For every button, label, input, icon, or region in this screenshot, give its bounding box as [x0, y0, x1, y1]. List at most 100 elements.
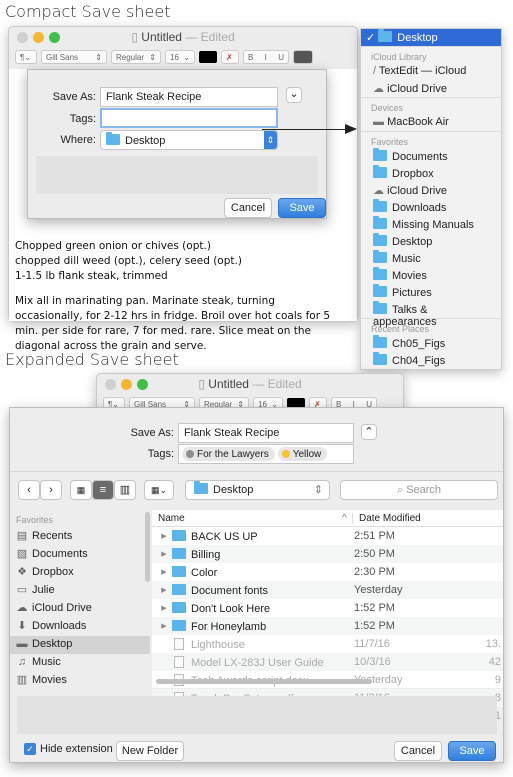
save-as-field[interactable]: Flank Steak Recipe: [100, 87, 278, 107]
file-row[interactable]: ▶ For Honeylamb 1:52 PM: [152, 617, 503, 635]
menu-item[interactable]: ☁ iCloud Drive: [361, 182, 501, 199]
tag-token[interactable]: For the Lawyers: [182, 447, 275, 461]
save-button[interactable]: Save: [278, 198, 326, 218]
sidebar-scrollbar[interactable]: [145, 512, 150, 582]
menu-item[interactable]: Movies: [361, 267, 501, 284]
sidebar-item[interactable]: ❖ Dropbox: [10, 564, 150, 582]
save-button[interactable]: Save: [448, 741, 496, 761]
file-list: Name ^ Date Modified ▶ BACK US UP 2:51 PM ▶…: [152, 510, 503, 723]
sidebar-item[interactable]: ⬇ Downloads: [10, 618, 150, 636]
title-bar: ▯ Untitled — Edited: [9, 27, 357, 47]
sidebar-item[interactable]: ▥ Movies: [10, 672, 150, 690]
sidebar-item[interactable]: ▭ Julie: [10, 582, 150, 600]
group-by-button[interactable]: ▦⌄: [144, 480, 174, 500]
file-row[interactable]: ▶ Color 2:30 PM: [152, 563, 503, 581]
font-size-field[interactable]: 16 ⌄: [165, 50, 195, 64]
where-popup[interactable]: Desktop ⇕: [100, 130, 278, 150]
menu-item[interactable]: / TextEdit — iCloud: [361, 63, 501, 80]
menu-item[interactable]: Pictures: [361, 284, 501, 301]
file-name: For Honeylamb: [191, 620, 267, 633]
cancel-button[interactable]: Cancel: [224, 198, 272, 218]
sidebar-icon: ▬: [16, 638, 28, 650]
cloud-icon: ☁: [373, 83, 388, 95]
document-text: Chopped green onion or chives (opt.) cho…: [15, 240, 331, 352]
caption-compact: Compact Save sheet: [5, 2, 171, 21]
cloud-icon: ☁: [373, 185, 388, 197]
folder-icon: [172, 601, 186, 613]
menu-item[interactable]: Downloads: [361, 199, 501, 216]
menu-item[interactable]: Desktop: [361, 233, 501, 250]
menu-item[interactable]: Missing Manuals: [361, 216, 501, 233]
list-view-button[interactable]: ≡: [92, 480, 114, 500]
checkmark-icon: ✓: [24, 743, 36, 755]
text-color-swatch[interactable]: [199, 51, 217, 63]
hide-extension-checkbox[interactable]: ✓ Hide extension: [24, 743, 113, 755]
file-row[interactable]: Lighthouse 11/7/16 13.: [152, 635, 503, 653]
menu-item[interactable]: Ch05_Figs: [361, 335, 501, 352]
menu-item[interactable]: Music: [361, 250, 501, 267]
file-size: 9: [494, 674, 501, 686]
menu-section-header: Favorites: [361, 131, 501, 148]
font-style-select[interactable]: Regular ⇕: [111, 50, 161, 64]
disclosure-triangle-icon[interactable]: ▶: [156, 532, 172, 540]
back-button[interactable]: ‹: [18, 480, 40, 500]
tags-label: Tags:: [147, 448, 174, 460]
options-area: [17, 696, 497, 734]
disclosure-triangle-icon[interactable]: ▶: [156, 586, 172, 594]
column-date-header[interactable]: Date Modified: [352, 512, 452, 524]
location-popup[interactable]: Desktop ⇕: [185, 480, 330, 500]
tags-label: Tags:: [69, 113, 96, 125]
popup-arrows-icon: ⇕: [264, 131, 277, 149]
highlight-color-button[interactable]: ✗: [221, 50, 239, 64]
icon-view-button[interactable]: ▦: [70, 480, 92, 500]
sidebar-item[interactable]: ☁ iCloud Drive: [10, 600, 150, 618]
folder-icon: [373, 165, 387, 178]
menu-item[interactable]: Documents: [361, 148, 501, 165]
file-row[interactable]: ▶ BACK US UP 2:51 PM: [152, 527, 503, 545]
file-row[interactable]: ▶ Document fonts Yesterday: [152, 581, 503, 599]
textedit-window-compact: ▯ Untitled — Edited ¶⌄ Gill Sans ⇕ Regula…: [8, 26, 358, 352]
file-row[interactable]: ▶ Don't Look Here 1:52 PM: [152, 599, 503, 617]
tag-token[interactable]: Yellow: [277, 447, 328, 461]
folder-icon: [172, 547, 186, 559]
menu-item[interactable]: ☁ iCloud Drive: [361, 80, 501, 97]
save-as-field[interactable]: Flank Steak Recipe: [178, 423, 354, 443]
file-date: 10/3/16: [354, 656, 391, 668]
tag-color-dot: [186, 450, 194, 458]
bold-italic-underline[interactable]: BIU: [243, 50, 289, 64]
menu-item[interactable]: Ch04_Figs: [361, 352, 501, 369]
align-left-button[interactable]: [293, 50, 313, 64]
caption-expanded: Expanded Save sheet: [5, 350, 179, 369]
menu-item-selected[interactable]: ✓ Desktop: [361, 29, 501, 46]
disclosure-triangle-icon[interactable]: ▶: [156, 604, 172, 612]
sidebar-icon: ▥: [16, 674, 28, 686]
menu-item[interactable]: Talks & appearances: [361, 301, 501, 328]
tags-field[interactable]: For the Lawyers Yellow: [178, 444, 354, 464]
sidebar-item[interactable]: ▧ Documents: [10, 546, 150, 564]
collapse-sheet-button[interactable]: ⌃: [361, 424, 377, 440]
sidebar-item[interactable]: ▬ Desktop: [10, 636, 150, 654]
horizontal-scrollbar[interactable]: [156, 679, 372, 684]
format-toolbar: ¶⌄ Gill Sans ⇕ Regular ⇕ 16 ⌄ ✗ BIU: [9, 47, 357, 67]
cancel-button[interactable]: Cancel: [394, 741, 442, 761]
expand-sheet-button[interactable]: ⌄: [286, 87, 302, 103]
search-field[interactable]: ⌕ Search: [340, 480, 498, 500]
column-name-header[interactable]: Name: [152, 513, 342, 524]
column-headers: Name ^ Date Modified: [152, 510, 503, 527]
forward-button[interactable]: ›: [40, 480, 62, 500]
sidebar-item[interactable]: ♫ Music: [10, 654, 150, 672]
menu-item[interactable]: Dropbox: [361, 165, 501, 182]
sidebar-item[interactable]: ▤ Recents: [10, 528, 150, 546]
tags-field[interactable]: [100, 108, 278, 128]
file-row[interactable]: Model LX-283J User Guide 10/3/16 42: [152, 653, 503, 671]
file-row[interactable]: ▶ Billing 2:50 PM: [152, 545, 503, 563]
font-family-select[interactable]: Gill Sans ⇕: [41, 50, 107, 64]
column-view-button[interactable]: ▥: [114, 480, 136, 500]
new-folder-button[interactable]: New Folder: [116, 741, 184, 761]
browser-placeholder: [36, 156, 318, 194]
paragraph-style-menu[interactable]: ¶⌄: [15, 50, 37, 64]
disclosure-triangle-icon[interactable]: ▶: [156, 550, 172, 558]
menu-item[interactable]: ▬ MacBook Air: [361, 114, 501, 131]
disclosure-triangle-icon[interactable]: ▶: [156, 622, 172, 630]
disclosure-triangle-icon[interactable]: ▶: [156, 568, 172, 576]
